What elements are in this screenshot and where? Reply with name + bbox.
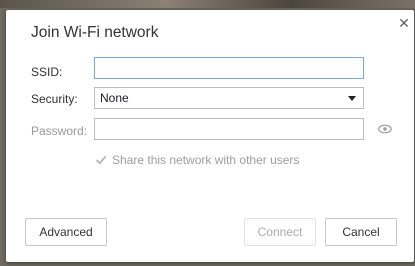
close-icon[interactable]: ✕ (397, 16, 411, 30)
ssid-input[interactable] (94, 57, 364, 79)
connect-button[interactable]: Connect (244, 218, 316, 246)
eye-icon[interactable] (378, 124, 392, 134)
password-input[interactable] (94, 118, 364, 140)
ssid-label: SSID: (31, 65, 63, 79)
background-window (0, 0, 415, 8)
security-select-value: None (100, 91, 129, 105)
share-checkbox-label: Share this network with other users (112, 153, 300, 167)
password-label: Password: (31, 124, 88, 138)
advanced-button[interactable]: Advanced (25, 218, 107, 246)
dropdown-arrow-icon (348, 96, 356, 101)
share-network-option[interactable]: Share this network with other users (95, 153, 299, 167)
join-wifi-dialog: Join Wi-Fi network ✕ SSID: Security: Non… (6, 10, 414, 262)
security-label: Security: (31, 92, 78, 106)
security-select[interactable]: None (94, 87, 364, 109)
cancel-button[interactable]: Cancel (325, 218, 397, 246)
dialog-title: Join Wi-Fi network (31, 24, 159, 41)
share-checkbox[interactable] (95, 154, 107, 166)
